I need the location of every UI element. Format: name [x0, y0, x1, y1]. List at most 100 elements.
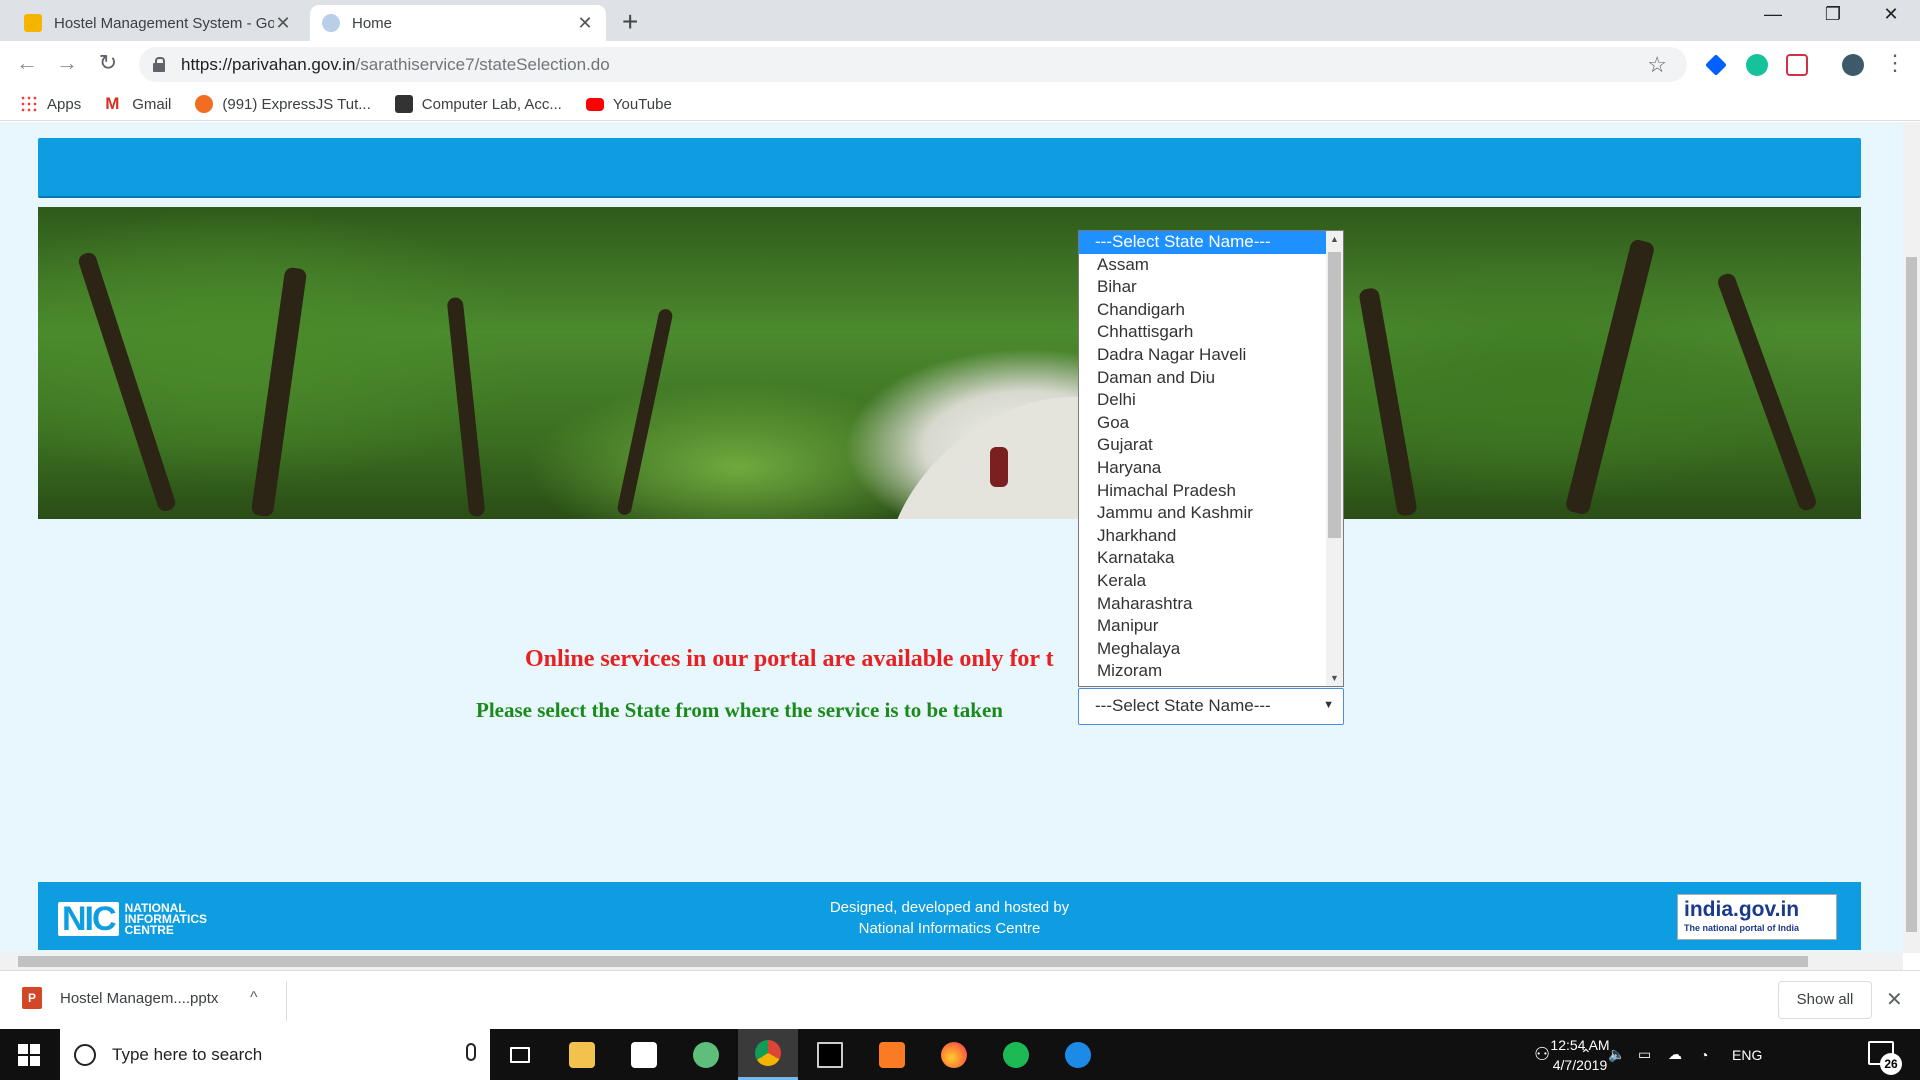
- close-tab-icon[interactable]: ✕: [274, 13, 292, 34]
- close-shelf-icon[interactable]: ✕: [1886, 987, 1903, 1012]
- show-all-button[interactable]: Show all: [1778, 981, 1872, 1019]
- state-option[interactable]: Daman and Diu: [1079, 367, 1326, 390]
- forward-button[interactable]: →: [52, 50, 82, 76]
- dropdown-scroll-thumb[interactable]: [1328, 252, 1341, 538]
- tree-trunk: [76, 250, 178, 514]
- state-option[interactable]: Karnataka: [1079, 547, 1326, 570]
- state-option[interactable]: Bihar: [1079, 276, 1326, 299]
- language-indicator[interactable]: ENG: [1732, 1029, 1762, 1080]
- state-option[interactable]: Chhattisgarh: [1079, 321, 1326, 344]
- dropdown-scrollbar[interactable]: ▲ ▼: [1326, 231, 1343, 686]
- state-option[interactable]: ---Select State Name---: [1079, 231, 1326, 254]
- minimize-button[interactable]: —: [1750, 4, 1796, 25]
- state-option[interactable]: Dadra Nagar Haveli: [1079, 344, 1326, 367]
- chrome-icon[interactable]: [738, 1029, 798, 1080]
- notice-text: Online services in our portal are availa…: [525, 646, 1054, 672]
- state-option[interactable]: Chandigarh: [1079, 299, 1326, 322]
- taskbar-search[interactable]: Type here to search: [60, 1029, 490, 1080]
- state-option[interactable]: Maharashtra: [1079, 593, 1326, 616]
- globe-icon: [322, 14, 340, 32]
- bookmark-star-icon[interactable]: ☆: [1647, 52, 1667, 78]
- page-horizontal-scrollbar[interactable]: [0, 953, 1903, 970]
- state-option[interactable]: Manipur: [1079, 615, 1326, 638]
- battery-icon[interactable]: ▭: [1638, 1029, 1651, 1080]
- state-option[interactable]: Mizoram: [1079, 660, 1326, 683]
- page-vertical-scrollbar[interactable]: [1903, 122, 1920, 953]
- tree-trunk: [616, 307, 674, 517]
- reload-button[interactable]: ↻: [93, 50, 123, 76]
- grammarly-icon[interactable]: [1746, 54, 1768, 76]
- tree-trunk: [1564, 238, 1656, 516]
- address-bar[interactable]: https://parivahan.gov.in/sarathiservice7…: [139, 47, 1687, 82]
- system-clock[interactable]: 12:54 AM 4/7/2019: [1530, 1035, 1630, 1075]
- tab-hostel-management[interactable]: Hostel Management System - Go ✕: [12, 5, 304, 41]
- web-page: Online services in our portal are availa…: [0, 122, 1920, 953]
- download-item[interactable]: P Hostel Managem....pptx: [22, 987, 218, 1009]
- tab-strip: Hostel Management System - Go ✕ Home ✕ +…: [0, 0, 1920, 41]
- tree-trunk: [1358, 287, 1418, 517]
- wifi-icon[interactable]: ◔: [1700, 1029, 1708, 1080]
- clock-time: 12:54 AM: [1550, 1037, 1610, 1053]
- task-view-icon[interactable]: [490, 1029, 550, 1080]
- bookmark-apps[interactable]: Apps: [20, 95, 81, 113]
- state-option[interactable]: Meghalaya: [1079, 638, 1326, 661]
- state-select-value: ---Select State Name---: [1095, 696, 1271, 715]
- powerpoint-icon: P: [22, 987, 42, 1009]
- bookmark-label: Apps: [47, 95, 82, 113]
- state-select[interactable]: ---Select State Name--- ▼: [1078, 688, 1344, 725]
- download-filename: Hostel Managem....pptx: [60, 989, 219, 1007]
- new-tab-button[interactable]: +: [622, 6, 638, 38]
- banner-image: [38, 207, 1861, 519]
- state-option[interactable]: Delhi: [1079, 389, 1326, 412]
- gmail-icon: M: [105, 94, 120, 113]
- horizontal-scroll-thumb[interactable]: [18, 956, 1808, 967]
- vertical-scroll-thumb[interactable]: [1906, 257, 1917, 932]
- bookmark-youtube[interactable]: YouTube: [585, 96, 672, 113]
- state-dropdown-list[interactable]: ---Select State Name--- Assam Bihar Chan…: [1078, 230, 1344, 687]
- microphone-icon[interactable]: [466, 1043, 476, 1061]
- bookmarks-bar: Apps M Gmail (991) ExpressJS Tut... Comp…: [0, 88, 1920, 121]
- spotify-icon[interactable]: [986, 1029, 1046, 1080]
- bookmark-label: Gmail: [132, 95, 172, 113]
- state-option[interactable]: Assam: [1079, 254, 1326, 277]
- terminal-icon[interactable]: [800, 1029, 860, 1080]
- bookmark-label: Computer Lab, Acc...: [421, 95, 562, 113]
- atom-icon[interactable]: [676, 1029, 736, 1080]
- bookmark-expressjs[interactable]: (991) ExpressJS Tut...: [195, 95, 371, 113]
- state-option[interactable]: Gujarat: [1079, 434, 1326, 457]
- download-shelf: P Hostel Managem....pptx ^ Show all ✕: [0, 970, 1920, 1029]
- firefox-icon[interactable]: [924, 1029, 984, 1080]
- scroll-down-icon[interactable]: ▼: [1326, 673, 1343, 683]
- tab-home[interactable]: Home ✕: [310, 5, 606, 41]
- store-icon[interactable]: [614, 1029, 674, 1080]
- state-option[interactable]: Jharkhand: [1079, 525, 1326, 548]
- state-option[interactable]: Jammu and Kashmir: [1079, 502, 1326, 525]
- scroll-up-icon[interactable]: ▲: [1326, 234, 1343, 244]
- close-tab-icon[interactable]: ✕: [576, 13, 594, 34]
- xampp-icon[interactable]: [862, 1029, 922, 1080]
- back-button[interactable]: ←: [12, 50, 42, 76]
- state-option[interactable]: Himachal Pradesh: [1079, 480, 1326, 503]
- state-option[interactable]: Goa: [1079, 412, 1326, 435]
- restore-button[interactable]: ❐: [1810, 4, 1856, 25]
- url-path: /sarathiservice7/stateSelection.do: [355, 54, 610, 74]
- state-option[interactable]: Kerala: [1079, 570, 1326, 593]
- onedrive-icon[interactable]: ☁: [1668, 1029, 1682, 1080]
- menu-icon[interactable]: ⋮: [1880, 50, 1910, 76]
- search-placeholder: Type here to search: [112, 1044, 263, 1064]
- profile-avatar-icon[interactable]: [1842, 54, 1864, 76]
- edge-icon[interactable]: [1048, 1029, 1108, 1080]
- india-portal-name: india.gov.in: [1684, 898, 1800, 921]
- chevron-up-icon[interactable]: ^: [250, 989, 258, 1007]
- youtube-icon: [585, 97, 604, 111]
- pocket-icon[interactable]: [1786, 54, 1808, 76]
- windows-start-icon[interactable]: [18, 1044, 40, 1066]
- tree-trunk: [446, 296, 486, 518]
- india-gov-logo[interactable]: india.gov.in The national portal of Indi…: [1677, 894, 1837, 940]
- bookmark-gmail[interactable]: M Gmail: [105, 95, 171, 113]
- file-explorer-icon[interactable]: [552, 1029, 612, 1080]
- bookmark-computer-lab[interactable]: Computer Lab, Acc...: [394, 95, 562, 113]
- dropbox-icon[interactable]: [1705, 54, 1727, 76]
- state-option[interactable]: Haryana: [1079, 457, 1326, 480]
- close-window-button[interactable]: ✕: [1868, 4, 1914, 25]
